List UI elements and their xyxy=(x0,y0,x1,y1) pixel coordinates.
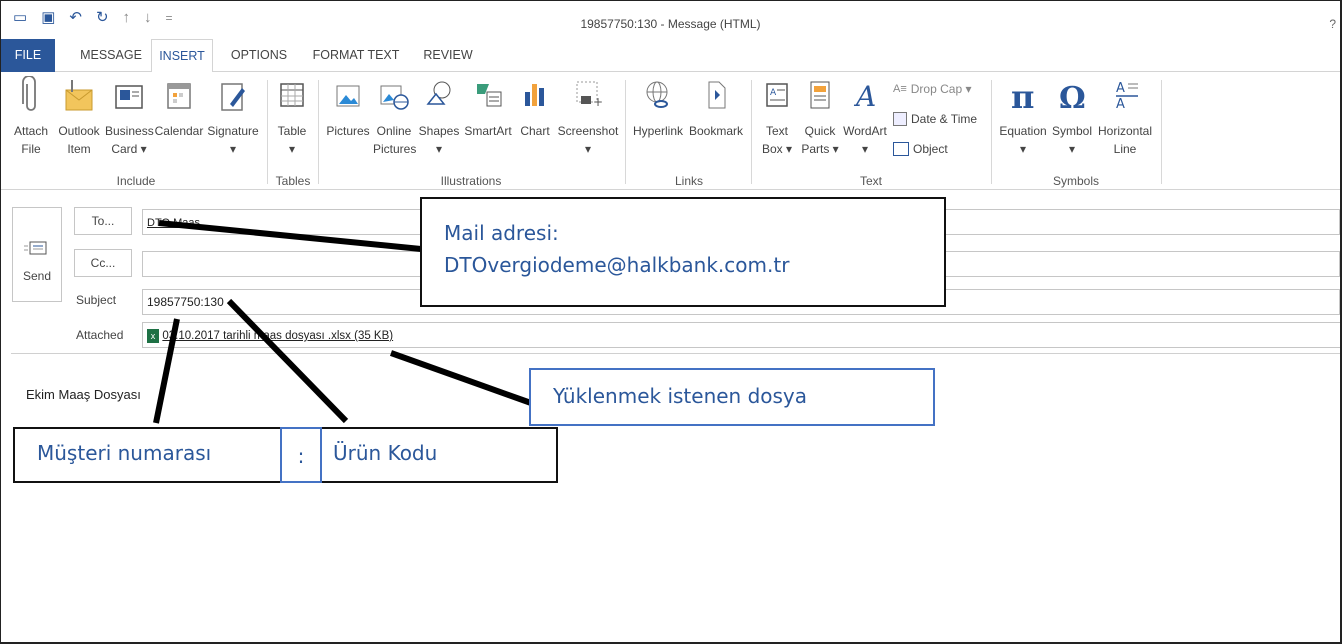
group-label-symbols: Symbols xyxy=(1052,174,1099,188)
quick-parts-button[interactable]: Quick Parts ▾ xyxy=(799,76,841,158)
envelope-attach-icon xyxy=(65,80,93,111)
smartart-button[interactable]: SmartArt xyxy=(461,76,515,140)
business-card-button[interactable]: Business Card ▾ xyxy=(105,76,154,158)
object-button[interactable]: Object xyxy=(893,142,948,156)
attachment-file[interactable]: 03.10.2017 tarihli maas dosyası .xlsx (3… xyxy=(162,330,393,342)
attached-label: Attached xyxy=(76,328,124,342)
online-picture-icon xyxy=(380,85,409,110)
tab-options[interactable]: OPTIONS xyxy=(221,39,297,72)
chart-button[interactable]: Chart xyxy=(515,76,555,140)
ribbon: Attach File Outlook Item Business Card ▾… xyxy=(1,72,1340,190)
omega-icon: Ω xyxy=(1059,81,1086,116)
drop-cap-button[interactable]: A≡ Drop Cap ▾ xyxy=(893,82,971,96)
wordart-button[interactable]: A WordArt ▾ xyxy=(841,76,889,158)
text-box-button[interactable]: A Text Box ▾ xyxy=(757,76,797,158)
send-button[interactable]: Send xyxy=(12,207,62,302)
tab-insert[interactable]: INSERT xyxy=(151,39,213,73)
group-separator xyxy=(751,80,752,184)
signature-icon xyxy=(221,83,245,111)
screenshot-icon: + xyxy=(576,81,603,109)
horizontal-line-button[interactable]: AA Horizontal Line xyxy=(1095,76,1155,158)
outlook-message-window: ▭ ▣ ↶ ↻ ↑ ↓ = 19857750:130 - Message (HT… xyxy=(0,0,1342,644)
svg-text:A: A xyxy=(853,80,876,113)
outlook-item-button[interactable]: Outlook Item xyxy=(55,76,103,158)
tab-message[interactable]: MESSAGE xyxy=(71,39,151,72)
picture-icon xyxy=(336,85,360,107)
file-callout: Yüklenmek istenen dosya xyxy=(529,368,935,426)
calendar-button[interactable]: Calendar xyxy=(153,76,205,140)
date-time-icon xyxy=(893,112,907,126)
bookmark-icon xyxy=(708,81,726,109)
horizontal-line-icon: AA xyxy=(1116,81,1138,112)
svg-text:A: A xyxy=(770,88,777,98)
drop-cap-icon: A≡ xyxy=(893,83,907,95)
bookmark-button[interactable]: Bookmark xyxy=(687,76,745,140)
group-separator xyxy=(318,80,319,184)
svg-text:Ω: Ω xyxy=(1059,81,1086,116)
hyperlink-button[interactable]: Hyperlink xyxy=(629,76,687,140)
title-bar: ▭ ▣ ↶ ↻ ↑ ↓ = 19857750:130 - Message (HT… xyxy=(1,1,1340,39)
hyperlink-icon xyxy=(646,81,668,108)
body-divider xyxy=(11,353,1340,354)
quick-parts-icon xyxy=(810,81,830,109)
symbol-button[interactable]: Ω Symbol ▾ xyxy=(1049,76,1095,158)
customer-product-callout: Müşteri numarası : Ürün Kodu xyxy=(13,427,558,483)
message-body[interactable]: Ekim Maaş Dosyası xyxy=(26,387,141,402)
svg-text:+: + xyxy=(593,95,603,109)
svg-text:π: π xyxy=(1011,78,1034,116)
pi-icon: π xyxy=(1011,78,1034,116)
group-separator xyxy=(267,80,268,184)
chart-icon xyxy=(525,84,544,106)
table-icon xyxy=(280,83,304,107)
attached-field: x 03.10.2017 tarihli maas dosyası .xlsx … xyxy=(142,322,1340,348)
ribbon-tabs: FILE MESSAGE INSERT OPTIONS FORMAT TEXT … xyxy=(1,39,1340,73)
group-label-links: Links xyxy=(674,174,703,188)
group-separator xyxy=(625,80,626,184)
online-pictures-button[interactable]: Online Pictures xyxy=(373,76,416,158)
svg-text:A: A xyxy=(1116,81,1125,96)
shapes-button[interactable]: Shapes ▾ xyxy=(417,76,461,158)
group-separator xyxy=(991,80,992,184)
shapes-icon xyxy=(426,81,451,105)
subject-label: Subject xyxy=(76,293,117,307)
to-recipient[interactable]: DTO Maas xyxy=(147,217,200,229)
wordart-icon: A xyxy=(853,80,876,113)
help-icon[interactable]: ? xyxy=(1329,17,1336,31)
product-code-label: Ürün Kodu xyxy=(333,441,438,465)
colon-box: : xyxy=(280,427,322,483)
group-label-text: Text xyxy=(859,174,882,188)
tab-review[interactable]: REVIEW xyxy=(415,39,481,72)
attach-file-button[interactable]: Attach File xyxy=(9,76,53,158)
pictures-button[interactable]: Pictures xyxy=(323,76,373,140)
calendar-icon xyxy=(167,83,191,109)
equation-button[interactable]: π Equation ▾ xyxy=(997,76,1049,158)
window-title: 19857750:130 - Message (HTML) xyxy=(580,17,761,31)
customer-number-label: Müşteri numarası xyxy=(37,441,212,465)
svg-text:A: A xyxy=(1116,97,1125,112)
excel-icon: x xyxy=(147,328,159,343)
screenshot-button[interactable]: + Screenshot ▾ xyxy=(555,76,621,158)
tab-format-text[interactable]: FORMAT TEXT xyxy=(301,39,411,72)
group-label-include: Include xyxy=(116,174,156,188)
to-button[interactable]: To... xyxy=(74,207,132,235)
business-card-icon xyxy=(115,85,143,109)
group-label-illustrations: Illustrations xyxy=(440,174,502,188)
group-label-tables: Tables xyxy=(275,174,311,188)
text-box-icon: A xyxy=(766,83,788,107)
object-icon xyxy=(893,142,909,156)
group-separator xyxy=(1161,80,1162,184)
send-icon xyxy=(24,241,47,255)
signature-button[interactable]: Signature ▾ xyxy=(207,76,259,158)
paperclip-icon xyxy=(22,76,36,111)
date-time-button[interactable]: Date & Time xyxy=(893,112,977,126)
smartart-icon xyxy=(477,84,502,107)
table-button[interactable]: Table ▾ xyxy=(273,76,311,158)
mail-address-callout: Mail adresi: DTOvergiodeme@halkbank.com.… xyxy=(420,197,946,307)
tab-file[interactable]: FILE xyxy=(1,39,55,72)
cc-button[interactable]: Cc... xyxy=(74,249,132,277)
